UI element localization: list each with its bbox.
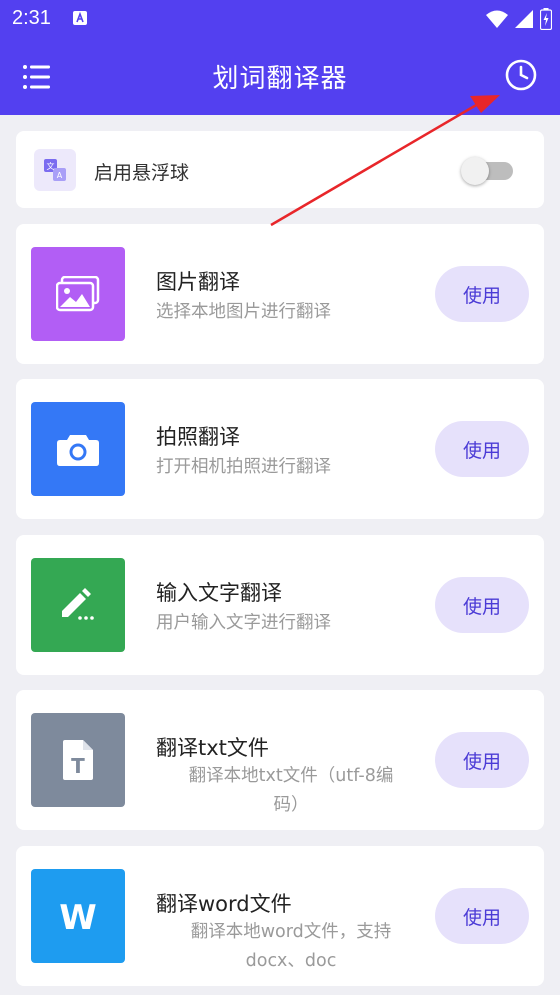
wifi-icon [486, 10, 508, 28]
translate-icon: 文 A [34, 149, 76, 191]
feature-subtitle: 翻译本地word文件，支持 docx、doc [166, 918, 416, 976]
svg-text:A: A [57, 171, 63, 180]
float-ball-label: 启用悬浮球 [94, 162, 190, 184]
feature-subtitle-line: docx、doc [245, 951, 337, 971]
feature-card-image: 图片翻译 选择本地图片进行翻译 使用 [16, 224, 544, 364]
svg-text:文: 文 [47, 161, 55, 171]
feature-title: 翻译word文件 [156, 892, 292, 916]
history-clock-icon[interactable] [504, 58, 538, 92]
feature-title: 翻译txt文件 [156, 736, 269, 760]
feature-title: 图片翻译 [156, 270, 240, 294]
feature-subtitle: 用户输入文字进行翻译 [156, 613, 331, 633]
feature-subtitle-line: 码） [273, 795, 309, 815]
app-bar: 划词翻译器 [0, 38, 560, 115]
feature-card-camera: 拍照翻译 打开相机拍照进行翻译 使用 [16, 379, 544, 519]
status-bar: 2:31 [0, 0, 560, 38]
edit-icon [31, 558, 125, 652]
feature-subtitle: 打开相机拍照进行翻译 [156, 457, 331, 477]
use-button-image[interactable]: 使用 [435, 266, 529, 322]
float-ball-card: 文 A 启用悬浮球 [16, 131, 544, 208]
page-title: 划词翻译器 [212, 64, 348, 94]
use-button-word-file[interactable]: 使用 [435, 888, 529, 944]
status-time: 2:31 [12, 7, 51, 29]
image-icon [31, 247, 125, 341]
feature-card-word-file: W 翻译word文件 翻译本地word文件，支持 docx、doc 使用 [16, 846, 544, 986]
text-file-icon: T [31, 713, 125, 807]
word-icon: W [31, 869, 125, 963]
use-button-text-input[interactable]: 使用 [435, 577, 529, 633]
battery-icon [540, 8, 552, 30]
float-ball-toggle[interactable] [461, 156, 513, 185]
use-button-camera[interactable]: 使用 [435, 421, 529, 477]
feature-title: 拍照翻译 [156, 425, 240, 449]
toggle-thumb [461, 157, 489, 185]
use-button-txt-file[interactable]: 使用 [435, 732, 529, 788]
feature-subtitle: 选择本地图片进行翻译 [156, 302, 331, 322]
feature-card-txt-file: T 翻译txt文件 翻译本地txt文件（utf-8编 码） 使用 [16, 690, 544, 830]
svg-text:W: W [59, 898, 97, 934]
feature-subtitle: 翻译本地txt文件（utf-8编 码） [166, 762, 416, 820]
feature-card-text-input: 输入文字翻译 用户输入文字进行翻译 使用 [16, 535, 544, 675]
feature-title: 输入文字翻译 [156, 581, 282, 605]
camera-icon [31, 402, 125, 496]
feature-subtitle-line: 翻译本地word文件，支持 [190, 922, 392, 942]
svg-text:T: T [71, 754, 85, 778]
notification-icon [73, 11, 87, 25]
signal-icon [515, 10, 533, 28]
feature-subtitle-line: 翻译本地txt文件（utf-8编 [188, 766, 394, 786]
